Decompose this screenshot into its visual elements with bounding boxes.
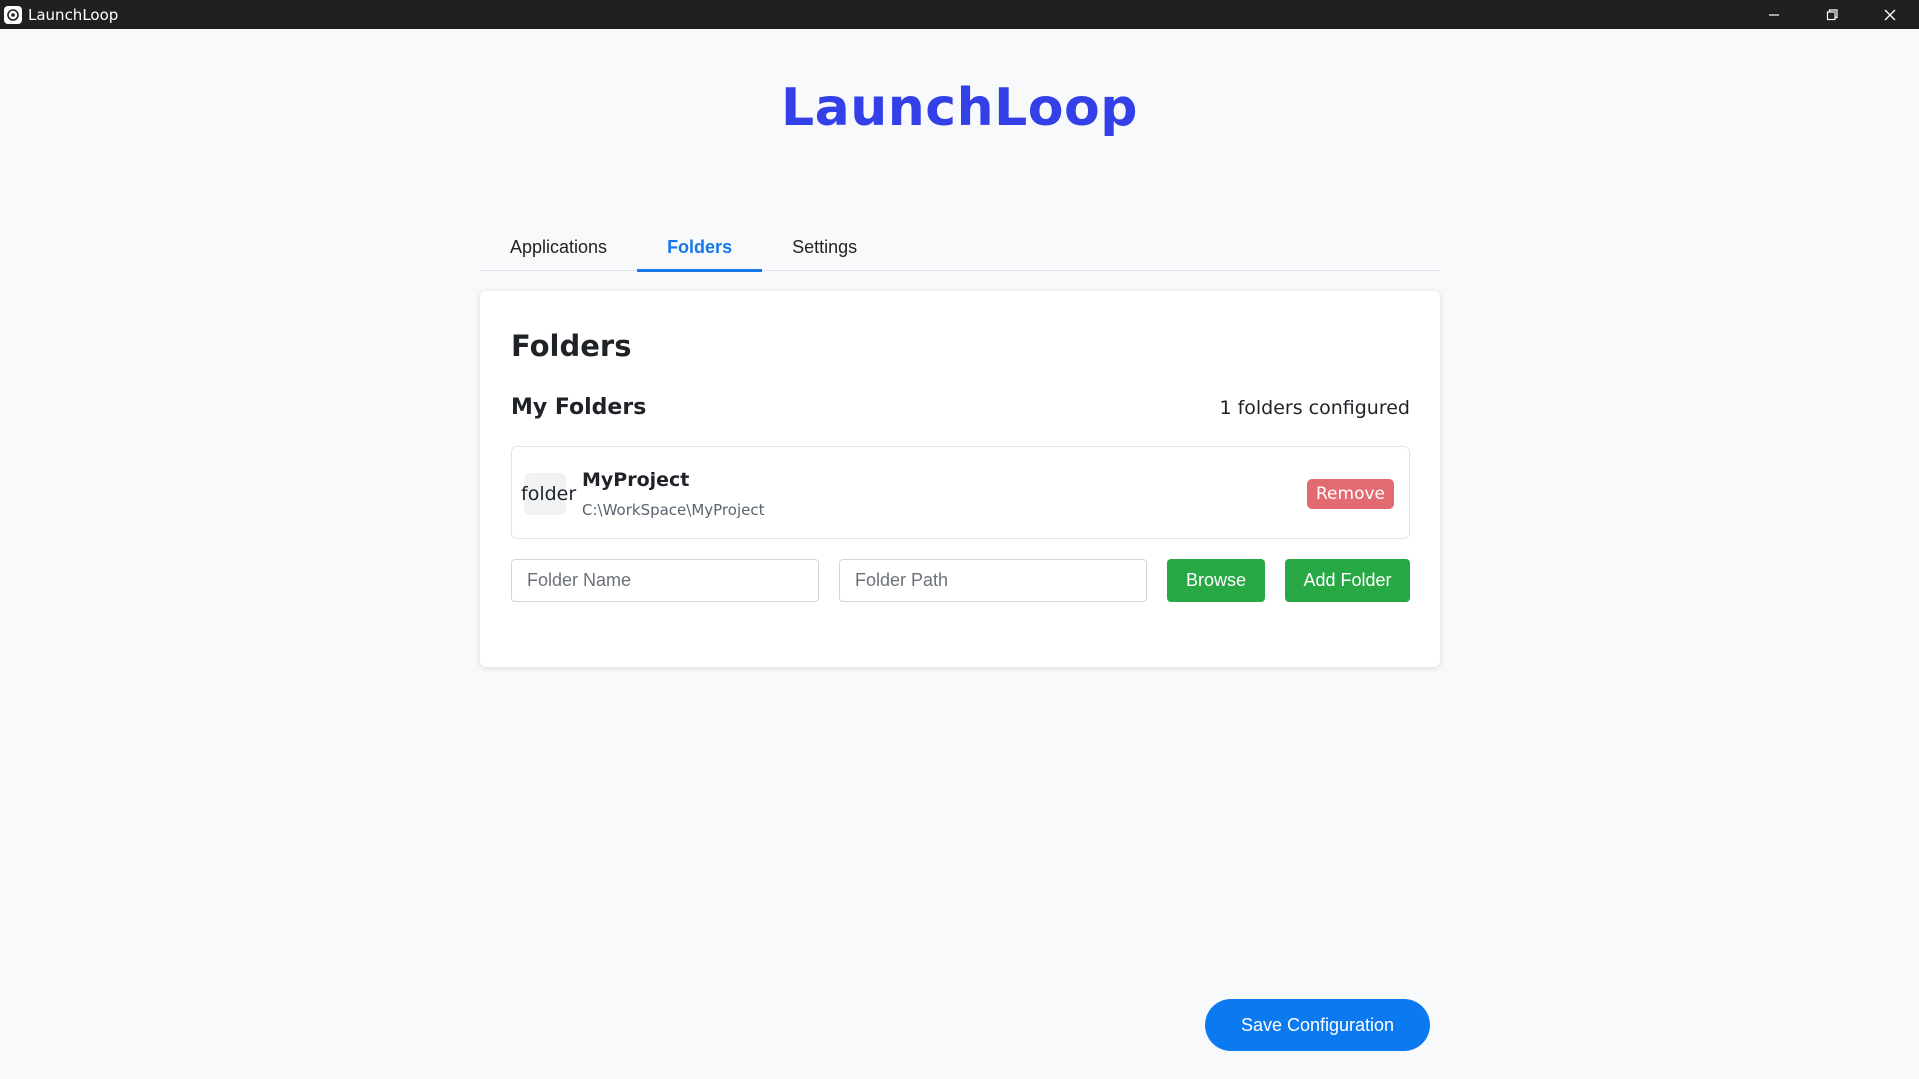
folder-name-input[interactable] [511, 559, 819, 602]
panel-title: Folders [511, 329, 632, 363]
app-logo-icon [4, 5, 22, 24]
browse-button[interactable]: Browse [1167, 559, 1265, 602]
tab-applications[interactable]: Applications [480, 224, 637, 271]
folder-list-item: folder MyProject C:\WorkSpace\MyProject … [511, 446, 1410, 539]
minimize-icon [1769, 13, 1779, 16]
folder-path: C:\WorkSpace\MyProject [582, 501, 765, 519]
folders-count: 1 folders configured [1219, 397, 1410, 419]
section-heading: My Folders [511, 395, 647, 420]
tab-folders[interactable]: Folders [637, 224, 763, 272]
close-icon [1884, 9, 1896, 20]
title-bar: LaunchLoop [0, 0, 1919, 29]
folder-icon-label: folder [521, 483, 577, 505]
window-controls [1745, 0, 1919, 29]
restore-button[interactable] [1803, 0, 1861, 29]
folders-panel: Folders My Folders 1 folders configured … [480, 291, 1440, 667]
tab-settings[interactable]: Settings [762, 224, 887, 271]
remove-folder-button[interactable]: Remove [1307, 479, 1394, 509]
close-button[interactable] [1861, 0, 1919, 29]
app-brand-title: LaunchLoop [781, 78, 1138, 138]
window-title: LaunchLoop [28, 5, 119, 24]
tab-bar: Applications Folders Settings [480, 224, 1440, 272]
save-configuration-button[interactable]: Save Configuration [1205, 999, 1430, 1051]
minimize-button[interactable] [1745, 0, 1803, 29]
add-folder-button[interactable]: Add Folder [1285, 559, 1410, 602]
folder-path-input[interactable] [839, 559, 1147, 602]
restore-icon [1826, 8, 1838, 20]
folder-name: MyProject [582, 469, 690, 491]
